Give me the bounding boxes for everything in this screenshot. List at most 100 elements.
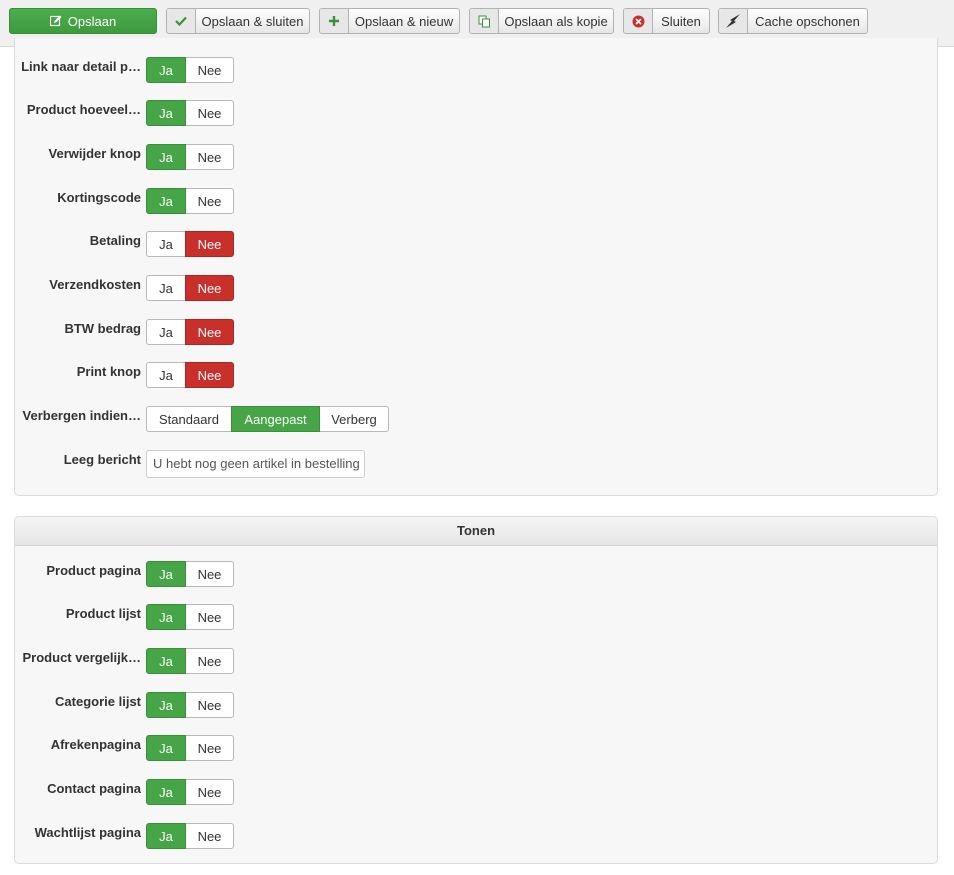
form-row: Verzendkosten Ja Nee [15, 275, 937, 301]
toggle-yes-option[interactable]: Ja [146, 823, 186, 849]
show-on-panel: Tonen Product pagina Ja Nee Product lijst Ja… [14, 516, 938, 864]
toggle-no-option[interactable]: Nee [185, 692, 234, 718]
hide-option-standaard[interactable]: Standaard [146, 406, 232, 432]
hide-option-aangepast[interactable]: Aangepast [231, 406, 320, 432]
hide-option-verberg[interactable]: Verberg [319, 406, 389, 432]
display-options-panel: Link naar detail p… Ja Nee Product hoeveel…… [14, 38, 938, 496]
empty-message-input[interactable]: U hebt nog geen artikel in bestelling [146, 450, 365, 478]
toggle-no-option[interactable]: Nee [185, 144, 234, 170]
toggle-no-option[interactable]: Nee [185, 779, 234, 805]
toggle-no-option[interactable]: Nee [185, 561, 234, 587]
toggle-no-option[interactable]: Nee [185, 648, 234, 674]
form-row: Product lijst Ja Nee [15, 604, 937, 630]
form-row: Categorie lijst Ja Nee [15, 692, 937, 718]
yes-no-toggle: Ja Nee [146, 735, 234, 761]
save-button[interactable]: Opslaan [9, 8, 157, 34]
yes-no-toggle: Ja Nee [146, 231, 234, 257]
check-icon [167, 9, 196, 33]
form-row: Leeg bericht U hebt nog geen artikel in b… [15, 450, 937, 478]
form-row: Print knop Ja Nee [15, 362, 937, 388]
close-button[interactable]: Sluiten [623, 8, 710, 34]
copy-icon [470, 9, 499, 33]
yes-no-toggle: Ja Nee [146, 188, 234, 214]
yes-no-toggle: Ja Nee [146, 823, 234, 849]
form-row: Link naar detail p… Ja Nee [15, 57, 937, 83]
form-row: Contact pagina Ja Nee [15, 779, 937, 805]
field-label: Wachtlijst pagina [34, 825, 141, 840]
field-label: Leeg bericht [63, 452, 141, 467]
yes-no-toggle: Ja Nee [146, 779, 234, 805]
toggle-no-option[interactable]: Nee [185, 57, 234, 83]
toggle-yes-option[interactable]: Ja [146, 692, 186, 718]
field-label: Print knop [76, 364, 141, 379]
field-label: Product pagina [46, 563, 141, 578]
toggle-yes-option[interactable]: Ja [146, 57, 186, 83]
toggle-yes-option[interactable]: Ja [146, 275, 186, 301]
toggle-no-option[interactable]: Nee [185, 362, 234, 388]
field-label: Link naar detail p… [21, 59, 141, 74]
lightning-icon [719, 9, 748, 33]
yes-no-toggle: Ja Nee [146, 100, 234, 126]
toggle-yes-option[interactable]: Ja [146, 319, 186, 345]
clear-cache-label: Cache opschonen [755, 13, 860, 29]
toggle-no-option[interactable]: Nee [185, 319, 234, 345]
form-row: Kortingscode Ja Nee [15, 188, 937, 214]
save-button-label: Opslaan [67, 13, 117, 29]
close-label: Sluiten [661, 13, 701, 29]
plus-icon [320, 9, 349, 33]
toggle-no-option[interactable]: Nee [185, 231, 234, 257]
save-close-label: Opslaan & sluiten [201, 13, 304, 29]
field-label: Verzendkosten [49, 277, 141, 292]
yes-no-toggle: Ja Nee [146, 362, 234, 388]
yes-no-toggle: Ja Nee [146, 275, 234, 301]
yes-no-toggle: Ja Nee [146, 57, 234, 83]
save-close-button[interactable]: Opslaan & sluiten [166, 8, 310, 34]
form-row: BTW bedrag Ja Nee [15, 319, 937, 345]
toggle-yes-option[interactable]: Ja [146, 604, 186, 630]
edit-icon [49, 9, 62, 33]
field-label: Categorie lijst [55, 694, 141, 709]
toggle-no-option[interactable]: Nee [185, 823, 234, 849]
form-row: Verwijder knop Ja Nee [15, 144, 937, 170]
field-label: Product lijst [65, 606, 141, 621]
toggle-yes-option[interactable]: Ja [146, 100, 186, 126]
form-row: Verbergen indien… Standaard Aangepast Verbe… [15, 406, 937, 432]
toggle-yes-option[interactable]: Ja [146, 779, 186, 805]
field-label: Product hoeveel… [26, 102, 141, 117]
toggle-no-option[interactable]: Nee [185, 735, 234, 761]
form-row: Wachtlijst pagina Ja Nee [15, 823, 937, 849]
toggle-yes-option[interactable]: Ja [146, 735, 186, 761]
field-label: Afrekenpagina [50, 737, 141, 752]
toggle-yes-option[interactable]: Ja [146, 144, 186, 170]
field-label: Kortingscode [57, 190, 141, 205]
toggle-no-option[interactable]: Nee [185, 100, 234, 126]
field-label: Verbergen indien… [22, 408, 141, 423]
field-label: BTW bedrag [64, 321, 141, 336]
clear-cache-button[interactable]: Cache opschonen [718, 8, 868, 34]
save-copy-label: Opslaan als kopie [504, 13, 608, 29]
form-row: Afrekenpagina Ja Nee [15, 735, 937, 761]
field-label: Verwijder knop [48, 146, 141, 161]
toggle-yes-option[interactable]: Ja [146, 561, 186, 587]
field-label: Product vergelijk… [22, 650, 141, 665]
form-row: Product vergelijk… Ja Nee [15, 648, 937, 674]
yes-no-toggle: Ja Nee [146, 692, 234, 718]
save-new-button[interactable]: Opslaan & nieuw [319, 8, 460, 34]
save-new-label: Opslaan & nieuw [354, 13, 454, 29]
yes-no-toggle: Ja Nee [146, 319, 234, 345]
toggle-no-option[interactable]: Nee [185, 188, 234, 214]
toggle-yes-option[interactable]: Ja [146, 231, 186, 257]
toggle-no-option[interactable]: Nee [185, 604, 234, 630]
toggle-yes-option[interactable]: Ja [146, 362, 186, 388]
toggle-yes-option[interactable]: Ja [146, 188, 186, 214]
toggle-no-option[interactable]: Nee [185, 275, 234, 301]
toggle-yes-option[interactable]: Ja [146, 648, 186, 674]
yes-no-toggle: Ja Nee [146, 561, 234, 587]
save-copy-button[interactable]: Opslaan als kopie [469, 8, 614, 34]
form-row: Product hoeveel… Ja Nee [15, 100, 937, 126]
yes-no-toggle: Ja Nee [146, 144, 234, 170]
form-row: Product pagina Ja Nee [15, 561, 937, 587]
field-label: Betaling [89, 233, 141, 248]
panel-title: Tonen [15, 517, 937, 546]
close-circle-icon [624, 9, 653, 33]
